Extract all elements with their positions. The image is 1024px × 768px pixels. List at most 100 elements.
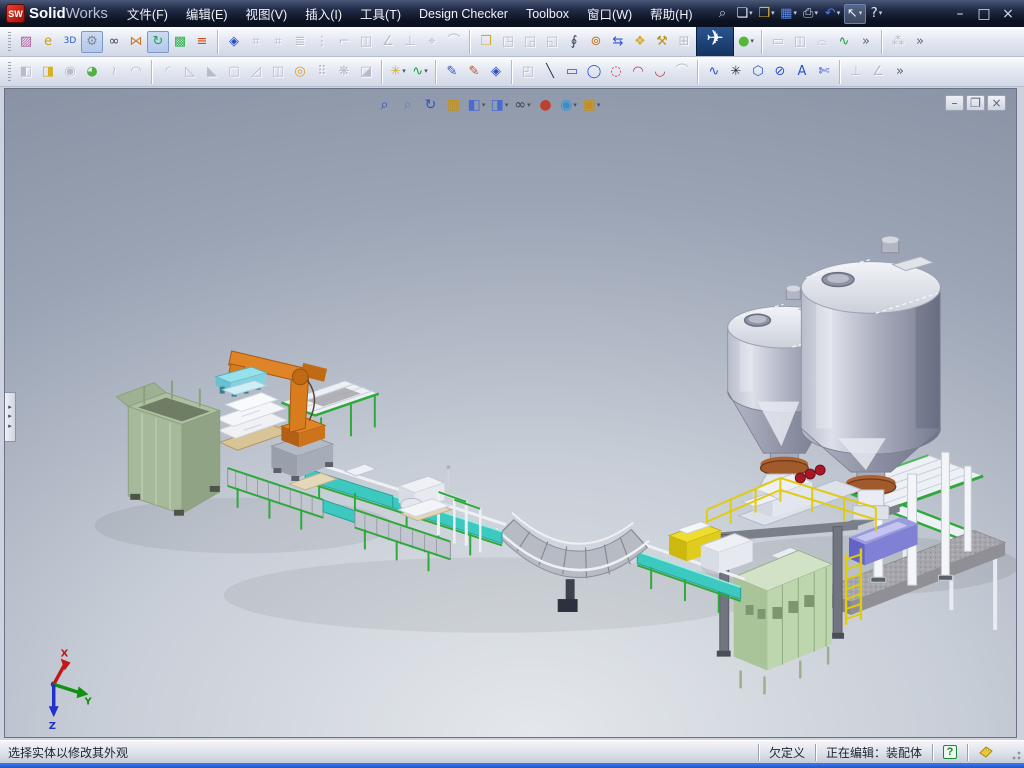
overflow-chevron-icon[interactable]: » — [889, 61, 911, 83]
perimeter-circle-icon[interactable]: ◌ — [605, 61, 627, 83]
dropdown-arrow-icon[interactable]: ▾ — [859, 10, 863, 17]
extruded-cut-icon[interactable]: ◨ — [37, 61, 59, 83]
reload-icon[interactable]: ⇆ — [607, 31, 629, 53]
silo-right[interactable] — [800, 236, 941, 485]
assembly-3d-scene[interactable]: X Y Z — [5, 89, 1016, 737]
open-assembly-icon[interactable]: ❒ — [475, 31, 497, 53]
section-view-icon[interactable]: ▥ — [442, 94, 465, 116]
realview-cube-icon[interactable]: ▩ — [169, 31, 191, 53]
help-button[interactable]: ? ▾ — [866, 4, 888, 24]
menu-view[interactable]: 视图(V) — [237, 0, 297, 27]
dropdown-arrow-icon[interactable]: ▾ — [749, 10, 753, 17]
feature-manager-collapsed-tab[interactable]: ▸ ▸ ▸ — [5, 392, 16, 442]
attachments-icon[interactable]: ∮ — [563, 31, 585, 53]
trim-entities-icon[interactable]: ✄ — [813, 61, 835, 83]
toolbox-browser-icon[interactable]: ⚙ — [81, 30, 103, 53]
dropdown-arrow-icon[interactable]: ▾ — [837, 10, 841, 17]
curves-icon[interactable]: ∿ ▾ — [409, 61, 431, 83]
menu-file[interactable]: 文件(F) — [118, 0, 177, 27]
edrawings-icon[interactable]: e — [37, 31, 59, 53]
dropdown-arrow-icon[interactable]: ▾ — [505, 101, 509, 109]
component-tools-icon[interactable]: ⚒ — [651, 31, 673, 53]
menu-insert[interactable]: 插入(I) — [296, 0, 351, 27]
graphics-area[interactable]: X Y Z ⌕ ⌕ ↻ ▥ ◧ ▾ ◨ ▾ ∞ ▾ ● ◉ ▾ ▣ ▾ – ❐ × ▸ ▸ ▸ — [4, 88, 1017, 738]
menu-tools[interactable]: 工具(T) — [351, 0, 410, 27]
dropdown-arrow-icon[interactable]: ▾ — [424, 68, 428, 75]
view-settings-icon[interactable]: ◉ ▾ — [557, 94, 580, 116]
tangent-arc-icon[interactable]: ◡ — [649, 61, 671, 83]
ellipse-icon[interactable]: ⊘ — [769, 61, 791, 83]
route-line-icon[interactable]: ∿ — [833, 31, 855, 53]
menu-edit[interactable]: 编辑(E) — [177, 0, 237, 27]
child-minimize-button[interactable]: – — [945, 95, 964, 111]
tag-cell[interactable] — [967, 743, 1004, 761]
print-button[interactable]: ⎙ ▾ — [800, 4, 822, 24]
tag-icon[interactable] — [978, 745, 994, 759]
dropdown-arrow-icon[interactable]: ▾ — [879, 10, 883, 17]
new-window-icon[interactable]: ❖ — [629, 31, 651, 53]
3d-content-icon[interactable]: 3D — [59, 31, 81, 53]
camera-icon[interactable]: ▣ ▾ — [580, 94, 603, 116]
polygon-icon[interactable]: ⬡ — [747, 61, 769, 83]
design-checker-icon[interactable]: ∞ — [103, 31, 125, 53]
undo-button[interactable]: ↶ ▾ — [822, 4, 844, 24]
dropdown-arrow-icon[interactable]: ▾ — [573, 101, 577, 109]
dropdown-arrow-icon[interactable]: ▾ — [793, 10, 797, 17]
rotate-view-icon[interactable]: ↻ — [419, 94, 442, 116]
menu-toolbox[interactable]: Toolbox — [517, 3, 578, 25]
menu-window[interactable]: 窗口(W) — [578, 0, 641, 27]
quick-tips-cell[interactable]: ? — [932, 743, 967, 761]
quick-tips-icon[interactable]: ? — [943, 745, 957, 759]
resize-grip[interactable] — [1008, 743, 1022, 761]
zoom-fit-icon[interactable]: ⌕ — [373, 94, 396, 116]
rectangle-icon[interactable]: ▭ — [561, 61, 583, 83]
centerpoint-arc-icon[interactable]: ◠ — [627, 61, 649, 83]
photoworks-icon[interactable]: ▨ — [15, 31, 37, 53]
reference-geometry-icon[interactable]: ✳ ▾ — [387, 61, 409, 83]
open-button[interactable]: ❒ ▾ — [756, 4, 778, 24]
sketch-icon[interactable]: ✎ — [441, 61, 463, 83]
dropdown-arrow-icon[interactable]: ▾ — [527, 101, 531, 109]
circle-icon[interactable]: ◯ — [583, 61, 605, 83]
spline-icon[interactable]: ∿ — [703, 61, 725, 83]
menu-help[interactable]: 帮助(H) — [641, 0, 701, 27]
child-close-button[interactable]: × — [987, 95, 1006, 111]
appearance-sphere-icon[interactable]: ● ▾ — [735, 31, 757, 53]
view-orientation-icon[interactable]: ◧ ▾ — [465, 94, 488, 116]
save-button[interactable]: ▦ ▾ — [778, 4, 800, 24]
dropdown-arrow-icon[interactable]: ▾ — [814, 10, 818, 17]
close-button[interactable]: × — [996, 4, 1020, 24]
lights-camera-icon[interactable]: ⊚ — [585, 31, 607, 53]
display-style-icon[interactable]: ◨ ▾ — [488, 94, 511, 116]
select-button[interactable]: ↖ ▾ — [843, 3, 866, 24]
dropdown-arrow-icon[interactable]: ▾ — [597, 101, 601, 109]
hole-wizard-icon[interactable]: ◎ — [289, 61, 311, 83]
menu-design-checker[interactable]: Design Checker — [410, 3, 517, 25]
search-icon[interactable]: ⌕ — [712, 4, 734, 24]
overflow-chevron-icon[interactable]: » — [909, 31, 931, 53]
overflow-chevron-icon[interactable]: » — [855, 31, 877, 53]
apply-scene-icon[interactable]: ● — [534, 94, 557, 116]
hide-show-icon[interactable]: ∞ ▾ — [511, 94, 534, 116]
routing-icon[interactable]: ⋈ — [125, 31, 147, 53]
verification-icon[interactable]: ↻ — [147, 30, 169, 53]
dropdown-arrow-icon[interactable]: ▾ — [482, 101, 486, 109]
dropdown-arrow-icon[interactable]: ▾ — [750, 38, 754, 45]
revolved-cut-icon[interactable]: ◕ — [81, 61, 103, 83]
maximize-button[interactable]: □ — [972, 4, 996, 24]
line-icon[interactable]: ╲ — [539, 61, 561, 83]
new-document-button[interactable]: ❏ ▾ — [734, 4, 756, 24]
3d-sketch-icon[interactable]: ✎ — [463, 61, 485, 83]
photoview-icon[interactable]: ≡ — [191, 31, 213, 53]
dropdown-arrow-icon[interactable]: ▾ — [402, 68, 406, 75]
child-restore-button[interactable]: ❐ — [966, 95, 985, 111]
toolbar-drag-handle[interactable] — [8, 61, 11, 82]
minimize-button[interactable]: – — [948, 4, 972, 24]
point-icon[interactable]: ✳ — [725, 61, 747, 83]
toolbar-drag-handle[interactable] — [8, 31, 11, 52]
zoom-area-icon[interactable]: ⌕ — [396, 94, 419, 116]
sketch-text-icon[interactable]: A — [791, 61, 813, 83]
smart-dimension-icon[interactable]: ◈ — [223, 31, 245, 53]
dropdown-arrow-icon[interactable]: ▾ — [771, 10, 775, 17]
lightweight-toggle[interactable]: ✈ — [696, 27, 734, 56]
